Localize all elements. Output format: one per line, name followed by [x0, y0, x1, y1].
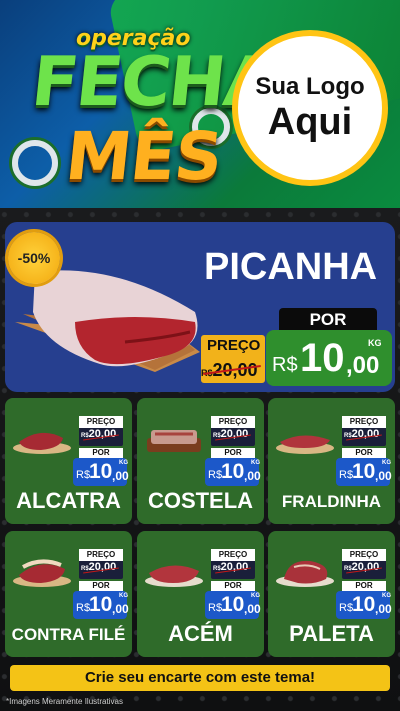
unit: KG [119, 460, 128, 466]
unit: KG [119, 593, 128, 599]
campaign-title: operação FECHA MÊS [12, 18, 279, 198]
price-int: 10 [221, 460, 245, 483]
hero-preco-label: PREÇO [207, 337, 261, 354]
unit: KG [382, 593, 391, 599]
hero-price-int: 10 [300, 336, 345, 380]
unit: KG [251, 460, 260, 466]
hero-price-box: R$ 10 ,00 KG [266, 330, 392, 386]
old-price-tag: PREÇO R$20,00 [79, 549, 123, 579]
discount-badge: -50% [8, 232, 60, 284]
por-label: POR [79, 448, 123, 458]
price-cents: ,00 [375, 602, 392, 616]
currency: R$ [339, 469, 354, 481]
price-box: R$ 10 ,00 KG [336, 458, 392, 486]
hero-product-name: PICANHA [204, 246, 378, 288]
fraldinha-image [276, 435, 334, 454]
paleta-image [276, 560, 334, 587]
price-cents: ,00 [244, 469, 261, 483]
price-box: R$ 10 ,00 KG [205, 458, 261, 486]
price-int: 10 [221, 593, 245, 616]
unit: KG [382, 460, 391, 466]
price-int: 10 [89, 460, 113, 483]
product-card[interactable]: PREÇO R$20,00 POR R$ 10 ,00 KG COSTELA [137, 398, 264, 524]
por-label: POR [342, 581, 386, 591]
old-price-tag: PREÇO R$20,00 [211, 549, 255, 579]
old-price-tag: PREÇO R$20,00 [342, 549, 386, 579]
product-card[interactable]: PREÇO R$20,00 POR R$ 10 ,00 KG ACÉM [137, 531, 264, 657]
product-name: ACÉM [168, 621, 233, 646]
disclaimer-note: *Imagens Meramente Ilustrativas [6, 697, 123, 706]
price-box: R$ 10 ,00 KG [205, 591, 261, 619]
alcatra-image [13, 432, 71, 454]
price-int: 10 [89, 593, 113, 616]
preco-label: PREÇO [211, 549, 255, 561]
currency: R$ [339, 602, 354, 614]
product-card[interactable]: PREÇO R$20,00 POR R$ 10 ,00 KG ALCATRA [5, 398, 132, 524]
por-label: POR [211, 448, 255, 458]
por-label: POR [79, 581, 123, 591]
logo-text-line1: Sua Logo [255, 73, 365, 100]
logo-placeholder[interactable]: Sua Logo Aqui [232, 30, 388, 186]
product-name: ALCATRA [16, 488, 121, 513]
currency: R$ [76, 602, 91, 614]
product-card[interactable]: PREÇO R$20,00 POR R$ 10 ,00 KG FRALDINHA [268, 398, 395, 524]
hero-unit: KG [368, 338, 382, 348]
por-label: POR [342, 448, 386, 458]
contra-file-image [13, 559, 71, 587]
preco-label: PREÇO [342, 549, 386, 561]
product-name: CONTRA FILÉ [11, 625, 126, 644]
product-card[interactable]: PREÇO R$20,00 POR R$ 10 ,00 KG PALETA [268, 531, 395, 657]
por-label: POR [211, 581, 255, 591]
price-int: 10 [352, 593, 376, 616]
hero-por-label: POR [279, 308, 377, 332]
logo-text-line2: Aqui [267, 101, 353, 143]
currency: R$ [208, 469, 223, 481]
title-mes: MÊS [62, 118, 226, 195]
price-cents: ,00 [375, 469, 392, 483]
unit: KG [251, 593, 260, 599]
currency: R$ [76, 469, 91, 481]
hero-currency: R$ [272, 354, 298, 376]
price-cents: ,00 [244, 602, 261, 616]
product-card[interactable]: PREÇO R$20,00 POR R$ 10 ,00 KG CONTRA FI… [5, 531, 132, 657]
hero-old-price-tag: PREÇO R$20,00 [201, 335, 265, 383]
old-price-tag: PREÇO R$20,00 [342, 416, 386, 446]
price-box: R$ 10 ,00 KG [73, 591, 129, 619]
cta-banner[interactable]: Crie seu encarte com este tema! [10, 665, 390, 691]
hero-price-cents: ,00 [346, 352, 380, 379]
old-price-tag: PREÇO R$20,00 [79, 416, 123, 446]
preco-label: PREÇO [211, 416, 255, 428]
price-cents: ,00 [112, 602, 129, 616]
preco-label: PREÇO [342, 416, 386, 428]
product-name: COSTELA [147, 488, 254, 513]
price-box: R$ 10 ,00 KG [73, 458, 129, 486]
price-box: R$ 10 ,00 KG [336, 591, 392, 619]
acem-image [145, 565, 203, 587]
price-cents: ,00 [112, 469, 129, 483]
price-int: 10 [352, 460, 376, 483]
old-price-tag: PREÇO R$20,00 [211, 416, 255, 446]
product-name: FRALDINHA [281, 492, 382, 511]
costela-image [147, 430, 201, 452]
left-ring-decoration [12, 140, 58, 186]
preco-label: PREÇO [79, 416, 123, 428]
preco-label: PREÇO [79, 549, 123, 561]
currency: R$ [208, 602, 223, 614]
product-name: PALETA [289, 621, 374, 646]
